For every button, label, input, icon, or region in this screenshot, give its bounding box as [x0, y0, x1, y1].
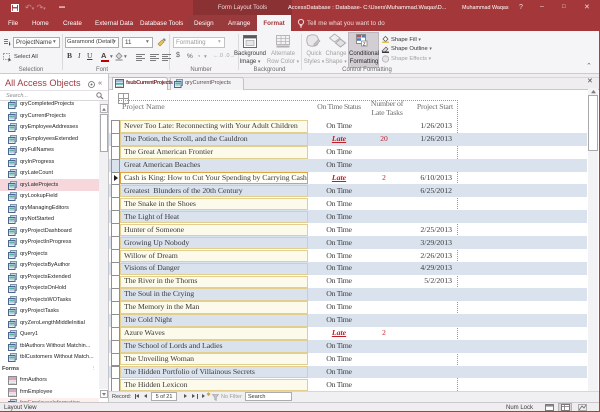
svg-text:z: z — [363, 42, 366, 48]
